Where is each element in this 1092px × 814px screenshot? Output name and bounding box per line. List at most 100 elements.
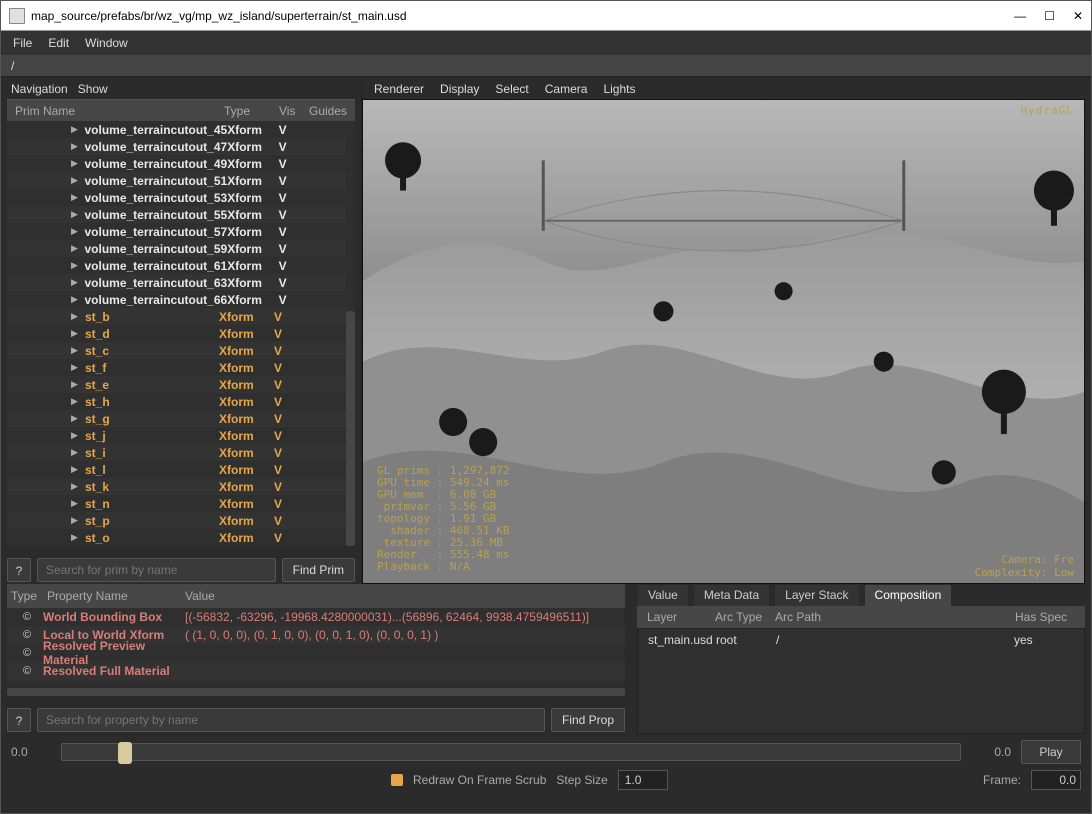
tree-row[interactable]: ▶volume_terraincutout_57XformV: [7, 223, 346, 240]
property-row[interactable]: ©World Bounding Box[(-56832, -63296, -19…: [7, 608, 625, 626]
tab-value[interactable]: Value: [637, 584, 689, 606]
tree-row[interactable]: ▶st_cXformV: [7, 342, 346, 359]
tree-row[interactable]: ▶st_nXformV: [7, 495, 346, 512]
chevron-right-icon[interactable]: ▶: [71, 515, 79, 526]
tree-row[interactable]: ▶volume_terraincutout_66XformV: [7, 291, 346, 308]
chevron-right-icon[interactable]: ▶: [71, 260, 78, 271]
col-prim-name[interactable]: Prim Name: [11, 104, 224, 118]
chevron-right-icon[interactable]: ▶: [71, 362, 79, 373]
tree-row[interactable]: ▶st_oXformV: [7, 529, 346, 546]
chevron-right-icon[interactable]: ▶: [71, 447, 79, 458]
composition-row[interactable]: st_main.usdroot/yes: [638, 631, 1084, 649]
tree-row[interactable]: ▶volume_terraincutout_55XformV: [7, 206, 346, 223]
tree-row[interactable]: ▶volume_terraincutout_47XformV: [7, 138, 346, 155]
tree-scrollbar[interactable]: [346, 311, 355, 546]
tab-layer-stack[interactable]: Layer Stack: [774, 584, 859, 606]
tree-row[interactable]: ▶st_iXformV: [7, 444, 346, 461]
vp-menu-display[interactable]: Display: [436, 80, 483, 98]
prim-help-button[interactable]: ?: [7, 558, 31, 582]
vp-menu-select[interactable]: Select: [491, 80, 532, 98]
find-prim-button[interactable]: Find Prim: [282, 558, 355, 582]
property-row[interactable]: ©Resolved Full Material: [7, 662, 625, 680]
tree-row[interactable]: ▶st_pXformV: [7, 512, 346, 529]
chevron-right-icon[interactable]: ▶: [71, 294, 78, 305]
nav-navigation[interactable]: Navigation: [11, 82, 68, 96]
comp-col-hasspec[interactable]: Has Spec: [1015, 610, 1075, 624]
tree-row[interactable]: ▶st_dXformV: [7, 325, 346, 342]
frame-value[interactable]: 0.0: [1031, 770, 1081, 790]
play-button[interactable]: Play: [1021, 740, 1081, 764]
redraw-checkbox[interactable]: [391, 774, 403, 786]
comp-col-layer[interactable]: Layer: [647, 610, 715, 624]
chevron-right-icon[interactable]: ▶: [71, 311, 79, 322]
prop-col-name[interactable]: Property Name: [47, 589, 185, 603]
tree-row[interactable]: ▶volume_terraincutout_45XformV: [7, 121, 346, 138]
path-bar[interactable]: /: [1, 55, 1091, 77]
time-slider-handle[interactable]: [118, 742, 132, 764]
tree-row[interactable]: ▶volume_terraincutout_53XformV: [7, 189, 346, 206]
chevron-right-icon[interactable]: ▶: [71, 175, 78, 186]
col-guides[interactable]: Guides: [309, 104, 351, 118]
viewport[interactable]: HydraGL Camera: Fre Complexity: Low GL p…: [362, 99, 1085, 584]
tree-row[interactable]: ▶volume_terraincutout_63XformV: [7, 274, 346, 291]
menu-file[interactable]: File: [7, 34, 38, 52]
tree-row[interactable]: ▶st_kXformV: [7, 478, 346, 495]
tree-row[interactable]: ▶st_bXformV: [7, 308, 346, 325]
tree-row[interactable]: ▶volume_terraincutout_61XformV: [7, 257, 346, 274]
tab-composition[interactable]: Composition: [864, 584, 953, 606]
chevron-right-icon[interactable]: ▶: [71, 345, 79, 356]
chevron-right-icon[interactable]: ▶: [71, 430, 79, 441]
prop-search-input[interactable]: [37, 708, 545, 732]
tree-row[interactable]: ▶st_hXformV: [7, 393, 346, 410]
chevron-right-icon[interactable]: ▶: [71, 481, 79, 492]
chevron-right-icon[interactable]: ▶: [71, 413, 79, 424]
property-row[interactable]: ©Resolved Preview Material: [7, 644, 625, 662]
chevron-right-icon[interactable]: ▶: [71, 158, 78, 169]
chevron-right-icon[interactable]: ▶: [71, 124, 78, 135]
tree-row[interactable]: ▶st_gXformV: [7, 410, 346, 427]
comp-col-arcpath[interactable]: Arc Path: [775, 610, 1015, 624]
prop-col-value[interactable]: Value: [185, 589, 621, 603]
col-type[interactable]: Type: [224, 104, 279, 118]
vp-menu-camera[interactable]: Camera: [541, 80, 592, 98]
chevron-right-icon[interactable]: ▶: [71, 277, 78, 288]
prim-search-input[interactable]: [37, 558, 276, 582]
vp-menu-lights[interactable]: Lights: [599, 80, 639, 98]
vp-menu-renderer[interactable]: Renderer: [370, 80, 428, 98]
chevron-right-icon[interactable]: ▶: [71, 328, 79, 339]
tree-row[interactable]: ▶st_jXformV: [7, 427, 346, 444]
chevron-right-icon[interactable]: ▶: [71, 209, 78, 220]
nav-show[interactable]: Show: [78, 82, 108, 96]
chevron-right-icon[interactable]: ▶: [71, 379, 79, 390]
chevron-right-icon[interactable]: ▶: [71, 141, 78, 152]
chevron-right-icon[interactable]: ▶: [71, 192, 78, 203]
comp-col-arctype[interactable]: Arc Type: [715, 610, 775, 624]
prop-scrollbar[interactable]: [7, 688, 625, 696]
minimize-button[interactable]: —: [1014, 9, 1026, 23]
menu-window[interactable]: Window: [79, 34, 134, 52]
tree-row[interactable]: ▶st_fXformV: [7, 359, 346, 376]
chevron-right-icon[interactable]: ▶: [71, 498, 79, 509]
find-prop-button[interactable]: Find Prop: [551, 708, 625, 732]
chevron-right-icon[interactable]: ▶: [71, 464, 79, 475]
chevron-right-icon[interactable]: ▶: [71, 532, 79, 543]
hud-camera-info: Camera: Fre Complexity: Low: [975, 553, 1074, 579]
close-button[interactable]: ✕: [1073, 9, 1083, 23]
tab-meta-data[interactable]: Meta Data: [693, 584, 770, 606]
tree-row[interactable]: ▶st_lXformV: [7, 461, 346, 478]
tree-row[interactable]: ▶st_eXformV: [7, 376, 346, 393]
tree[interactable]: ▶volume_terraincutout_45XformV▶volume_te…: [7, 121, 355, 546]
prop-col-type[interactable]: Type: [11, 589, 47, 603]
tree-row[interactable]: ▶volume_terraincutout_51XformV: [7, 172, 346, 189]
chevron-right-icon[interactable]: ▶: [71, 396, 79, 407]
maximize-button[interactable]: ☐: [1044, 9, 1055, 23]
chevron-right-icon[interactable]: ▶: [71, 226, 78, 237]
time-slider[interactable]: [61, 743, 961, 761]
tree-row[interactable]: ▶volume_terraincutout_49XformV: [7, 155, 346, 172]
chevron-right-icon[interactable]: ▶: [71, 243, 78, 254]
step-size-value[interactable]: 1.0: [618, 770, 668, 790]
prop-help-button[interactable]: ?: [7, 708, 31, 732]
col-vis[interactable]: Vis: [279, 104, 309, 118]
menu-edit[interactable]: Edit: [42, 34, 75, 52]
tree-row[interactable]: ▶volume_terraincutout_59XformV: [7, 240, 346, 257]
